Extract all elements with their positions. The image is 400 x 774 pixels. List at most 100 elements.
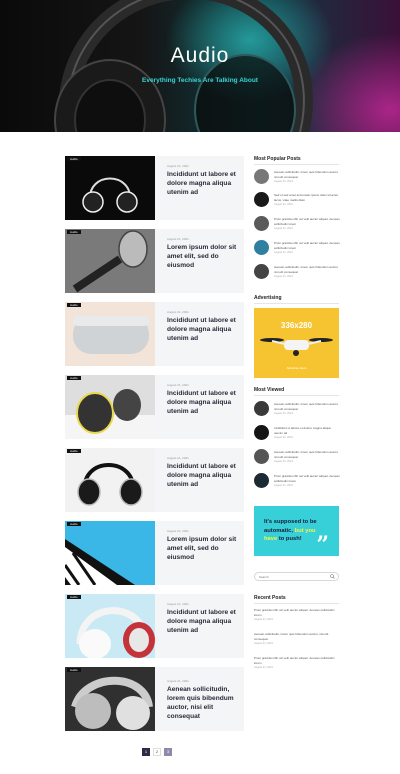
viewed-post-date: August 21, 2021 (274, 412, 293, 415)
post-avatar[interactable] (254, 425, 269, 440)
viewed-post-date: August 21, 2021 (274, 436, 293, 439)
category-tag[interactable]: Audio (67, 595, 81, 599)
popular-post-date: August 21, 2021 (274, 275, 293, 278)
post-date: August 21, 2021 (167, 679, 189, 683)
post-thumbnail[interactable] (65, 375, 155, 439)
category-tag[interactable]: Audio (67, 157, 81, 161)
post-thumbnail[interactable] (65, 521, 155, 585)
popular-post-item[interactable]: Proin gravida nibh vel velit auctor aliq… (254, 216, 340, 236)
advertising-heading: Advertising (254, 295, 282, 301)
headphones-keyboard-image (65, 375, 155, 439)
post-avatar[interactable] (254, 401, 269, 416)
post-title[interactable]: Incididunt ut labore et dolore magna ali… (167, 316, 243, 343)
post-avatar[interactable] (254, 449, 269, 464)
post-title[interactable]: Incididunt ut labore et dolore magna ali… (167, 170, 243, 197)
viewed-post-item[interactable]: Aenean sollicitudin, lorem quis bibendum… (254, 401, 339, 421)
quote-text-end: to push! (277, 536, 302, 542)
recent-post-title[interactable]: Proin gravida nibh vel velit auctor aliq… (254, 608, 339, 617)
page-title: Audio (170, 44, 230, 67)
popular-post-date: August 21, 2021 (274, 180, 293, 183)
viewed-heading: Most Viewed (254, 387, 285, 393)
post-card[interactable]: Audio August 21, 2021 Incididunt ut labo… (65, 302, 244, 366)
popular-post-item[interactable]: Proin gravida nibh vel velit auctor aliq… (254, 240, 340, 260)
recent-heading: Recent Posts (254, 595, 286, 601)
popular-post-title[interactable]: Proin gravida nibh vel velit auctor aliq… (274, 241, 340, 250)
recent-post-date: August 21, 2021 (254, 642, 273, 645)
popular-post-title[interactable]: Proin gravida nibh vel velit auctor aliq… (274, 217, 340, 226)
post-title[interactable]: Lorem ipsum dolor sit amet elit, sed do … (167, 243, 243, 270)
divider (254, 395, 339, 396)
recent-post-item[interactable]: Proin gravida nibh vel velit auctor aliq… (254, 608, 339, 621)
category-tag[interactable]: Audio (67, 449, 81, 453)
post-card[interactable]: Audio August 21, 2021 Incididunt ut labo… (65, 156, 244, 220)
recent-post-date: August 21, 2021 (254, 618, 273, 621)
post-thumbnail[interactable] (65, 667, 155, 731)
search-input[interactable] (259, 573, 325, 580)
viewed-post-title[interactable]: Aenean sollicitudin, lorem quis bibendum… (274, 450, 340, 459)
viewed-post-title[interactable]: Aenean sollicitudin, lorem quis bibendum… (274, 402, 340, 411)
post-title[interactable]: Aenean sollicitudin, lorem quis bibendum… (167, 685, 243, 721)
viewed-post-item[interactable]: Proin gravida nibh vel velit auctor aliq… (254, 473, 340, 493)
popular-post-title[interactable]: Sed ut sed amet accumsan ipsum dolor sit… (274, 193, 340, 202)
category-tag[interactable]: Audio (67, 230, 81, 234)
post-title[interactable]: Lorem ipsum dolor sit amet elit, sed do … (167, 535, 243, 562)
headphones-image (65, 667, 155, 731)
post-card[interactable]: Audio August 21, 2021 Lorem ipsum dolor … (65, 229, 244, 293)
post-thumbnail[interactable] (65, 156, 155, 220)
post-card[interactable]: Audio August 21, 2021 Incididunt ut labo… (65, 594, 244, 658)
quote-banner: It's supposed to be automatic, but you h… (254, 506, 339, 556)
category-tag[interactable]: Audio (67, 668, 81, 672)
post-avatar[interactable] (254, 264, 269, 279)
post-avatar[interactable] (254, 169, 269, 184)
post-title[interactable]: Incididunt ut labore et dolore magna ali… (167, 389, 243, 416)
viewed-post-title[interactable]: Incididunt ut labore et dolore magna ali… (274, 426, 340, 435)
recent-post-title[interactable]: Proin gravida nibh vel velit auctor aliq… (254, 656, 339, 665)
page-button-2[interactable]: 2 (153, 748, 161, 756)
post-card[interactable]: Audio August 21, 2021 Lorem ipsum dolor … (65, 521, 244, 585)
popular-heading: Most Popular Posts (254, 156, 301, 162)
recent-post-item[interactable]: Proin gravida nibh vel velit auctor aliq… (254, 656, 339, 669)
post-avatar[interactable] (254, 240, 269, 255)
piano-keys-image (65, 521, 155, 585)
page-button-3[interactable]: 3 (164, 748, 172, 756)
speaker-image (73, 316, 149, 354)
post-avatar[interactable] (254, 216, 269, 231)
advertise-link[interactable]: Advertise Here (254, 366, 339, 370)
popular-post-date: August 21, 2021 (274, 227, 293, 230)
viewed-post-title[interactable]: Proin gravida nibh vel velit auctor aliq… (274, 474, 340, 483)
post-card[interactable]: Audio August 21, 2021 Aenean sollicitudi… (65, 667, 244, 731)
viewed-post-item[interactable]: Incididunt ut labore et dolore magna ali… (254, 425, 339, 445)
page-subtitle: Everything Techies Are Talking About (142, 77, 258, 84)
post-avatar[interactable] (254, 473, 269, 488)
post-date: August 21, 2021 (167, 456, 189, 460)
post-thumbnail[interactable] (65, 594, 155, 658)
popular-post-item[interactable]: Sed ut sed amet accumsan ipsum dolor sit… (254, 192, 339, 212)
viewed-post-item[interactable]: Aenean sollicitudin, lorem quis bibendum… (254, 449, 339, 469)
post-thumbnail[interactable] (65, 448, 155, 512)
popular-post-item[interactable]: Aenean sollicitudin, lorem quis bibendum… (254, 264, 339, 284)
post-thumbnail[interactable] (65, 302, 155, 366)
headphones-image (77, 463, 143, 506)
post-thumbnail[interactable] (65, 229, 155, 293)
microphone-image (65, 229, 155, 293)
post-date: August 21, 2021 (167, 310, 189, 314)
post-title[interactable]: Incididunt ut labore et dolore magna ali… (167, 608, 243, 635)
post-avatar[interactable] (254, 192, 269, 207)
category-tag[interactable]: Audio (67, 376, 81, 380)
page-button-1[interactable]: 1 (142, 748, 150, 756)
category-tag[interactable]: Audio (67, 522, 81, 526)
ad-banner[interactable]: 336x280 Advertise Here (254, 308, 339, 378)
headphones-image (76, 607, 155, 658)
recent-post-item[interactable]: Aenean sollicitudin, lorem quis bibendum… (254, 632, 339, 645)
post-title[interactable]: Incididunt ut labore et dolore magna ali… (167, 462, 243, 489)
search-box[interactable] (254, 572, 339, 581)
post-card[interactable]: Audio August 21, 2021 Incididunt ut labo… (65, 375, 244, 439)
popular-post-item[interactable]: Aenean sollicitudin, lorem quis bibendum… (254, 169, 339, 189)
recent-post-title[interactable]: Aenean sollicitudin, lorem quis bibendum… (254, 632, 339, 641)
popular-post-title[interactable]: Aenean sollicitudin, lorem quis bibendum… (274, 265, 340, 274)
category-tag[interactable]: Audio (67, 303, 81, 307)
search-icon[interactable] (330, 574, 335, 579)
popular-post-title[interactable]: Aenean sollicitudin, lorem quis bibendum… (274, 170, 340, 179)
post-card[interactable]: Audio August 21, 2021 Incididunt ut labo… (65, 448, 244, 512)
divider (254, 303, 339, 304)
